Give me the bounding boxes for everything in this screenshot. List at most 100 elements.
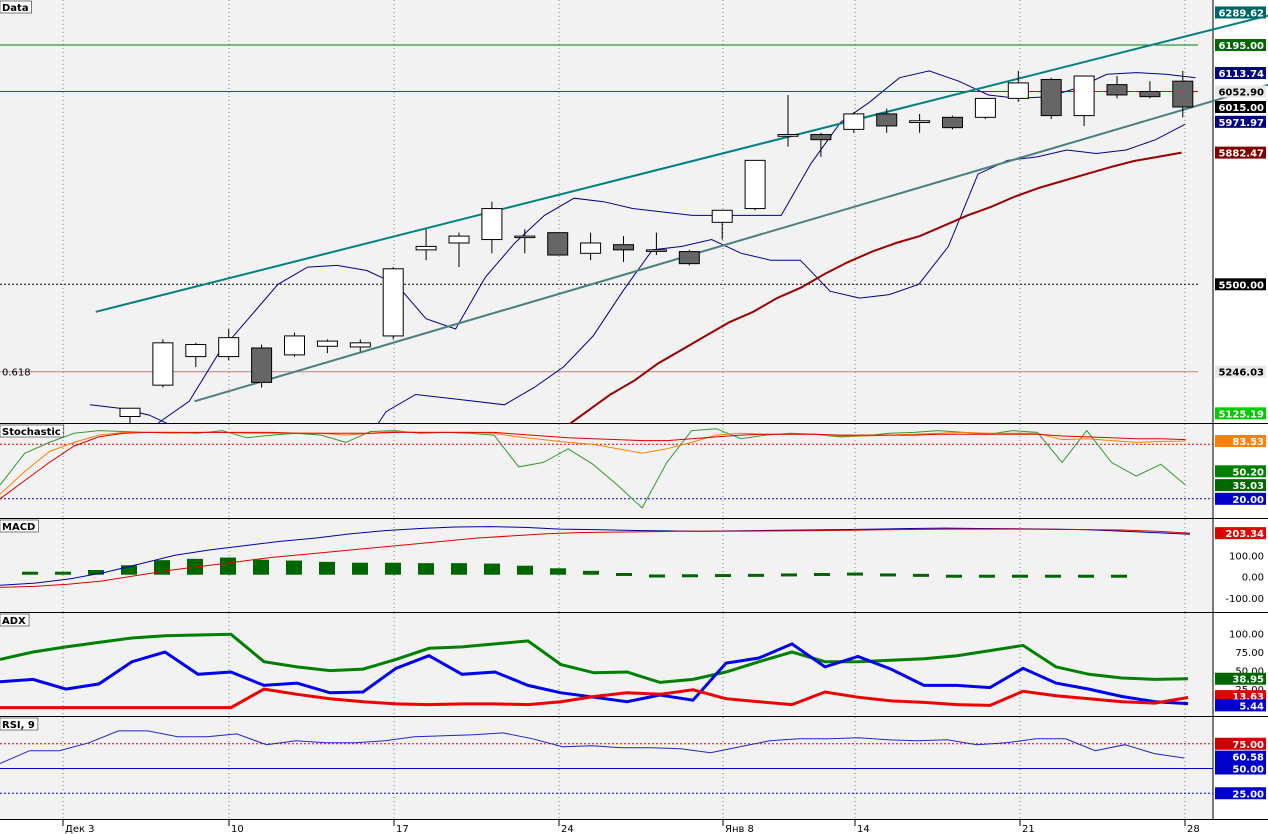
price-badge-label: 6052.90 bbox=[1218, 88, 1264, 99]
candle-body bbox=[645, 249, 667, 252]
pane-title: Data bbox=[2, 3, 29, 14]
macd-histogram-bar bbox=[649, 574, 665, 578]
candle-body bbox=[711, 209, 733, 223]
macd-histogram-bar bbox=[682, 574, 698, 578]
adx-pane: ADX100.0075.0050.0025.0038.9513.635.44 bbox=[0, 613, 1268, 718]
candle-body bbox=[284, 335, 305, 356]
candle-body bbox=[1139, 91, 1161, 98]
candle-body bbox=[1106, 84, 1128, 96]
candle-body bbox=[415, 245, 437, 251]
price-badge-label: 5125.19 bbox=[1218, 409, 1264, 420]
price-pane: Data 0.618 6289.62 6195.00 6113.74 6052.90 601… bbox=[0, 0, 1268, 465]
candle-body bbox=[547, 232, 569, 256]
candle-body bbox=[613, 244, 634, 251]
macd-histogram-bar bbox=[418, 563, 434, 575]
candle-body bbox=[251, 347, 273, 383]
candle-body bbox=[1040, 78, 1062, 117]
candle-body bbox=[382, 268, 404, 337]
candle-body bbox=[909, 120, 931, 123]
macd-histogram-bar bbox=[352, 562, 368, 575]
candle-body bbox=[810, 134, 832, 141]
price-badge-label: 38.95 bbox=[1232, 675, 1264, 686]
candle-body bbox=[481, 208, 503, 241]
candle-body bbox=[942, 116, 963, 129]
price-badge-label: 6113.74 bbox=[1218, 69, 1264, 80]
macd-histogram-bar bbox=[616, 573, 632, 576]
macd-histogram-bar bbox=[946, 574, 962, 578]
chart-panes: Data 0.618 6289.62 6195.00 6113.74 6052.90 601… bbox=[0, 0, 1268, 821]
macd-histogram-bar bbox=[1111, 574, 1127, 578]
date-label: 28 bbox=[1187, 824, 1200, 834]
candle-body bbox=[448, 235, 470, 244]
pane-background bbox=[0, 424, 1213, 519]
price-badge-label: 75.00 bbox=[1232, 740, 1264, 751]
candle-body bbox=[1172, 80, 1194, 108]
date-axis: Дек 3 10 17 24 Янв 8 14 21 28 bbox=[0, 820, 1268, 834]
price-badge-label: 83.53 bbox=[1232, 437, 1264, 448]
macd-histogram-bar bbox=[484, 563, 500, 575]
macd-histogram-bar bbox=[55, 571, 71, 575]
macd-histogram-bar bbox=[550, 568, 566, 575]
pane-title: MACD bbox=[2, 522, 35, 533]
candle-body bbox=[678, 251, 700, 265]
stochastic-pane: Stochastic 83.53 50.20 35.03 20.00 bbox=[0, 424, 1268, 520]
date-axis-background bbox=[0, 820, 1268, 834]
pane-background bbox=[0, 519, 1213, 613]
date-label: 10 bbox=[231, 824, 244, 834]
price-badge-label: 6195.00 bbox=[1218, 41, 1264, 52]
macd-histogram-bar bbox=[1045, 574, 1061, 578]
macd-axis-tick: 0.00 bbox=[1242, 573, 1264, 584]
adx-axis-tick: 100.00 bbox=[1229, 630, 1264, 641]
pane-title: Stochastic bbox=[2, 427, 61, 438]
macd-axis-tick: 100.00 bbox=[1229, 551, 1264, 562]
macd-histogram-bar bbox=[748, 573, 764, 577]
macd-histogram-bar bbox=[1012, 574, 1028, 578]
candle-body bbox=[119, 407, 141, 417]
date-label: Дек 3 bbox=[65, 824, 95, 834]
price-badge-label: 25.00 bbox=[1232, 789, 1264, 800]
candle-body bbox=[316, 340, 338, 347]
candle-body bbox=[876, 113, 898, 127]
candle-body bbox=[580, 242, 602, 254]
candle-body bbox=[777, 134, 799, 137]
price-badge-label: 60.58 bbox=[1232, 753, 1264, 764]
pane-title: ADX bbox=[2, 616, 26, 627]
candle-body bbox=[185, 344, 207, 358]
price-badge-label: 5882.47 bbox=[1218, 149, 1264, 160]
macd-histogram-bar bbox=[781, 573, 797, 577]
price-badge-label: 50.20 bbox=[1232, 467, 1264, 478]
date-label: Янв 8 bbox=[725, 824, 754, 834]
price-badge-label: 50.00 bbox=[1232, 765, 1264, 776]
macd-pane: MACD 100.00 0.00 -100.00 203.34 bbox=[0, 519, 1268, 614]
candle-body bbox=[1073, 75, 1095, 117]
candle-body bbox=[843, 113, 865, 130]
price-badge-label: 5971.97 bbox=[1218, 118, 1264, 129]
rsi-pane: RSI, 9 75.00 60.5850.00 25.00 bbox=[0, 717, 1268, 821]
price-axis-background bbox=[1213, 0, 1268, 424]
pane-background bbox=[0, 0, 1213, 424]
macd-histogram-bar bbox=[814, 573, 830, 576]
macd-histogram-bar bbox=[979, 574, 995, 578]
adx-axis-tick: 75.00 bbox=[1235, 648, 1264, 659]
macd-histogram-bar bbox=[220, 557, 236, 575]
macd-histogram-bar bbox=[253, 559, 269, 575]
trading-chart: Data 0.618 6289.62 6195.00 6113.74 6052.90 601… bbox=[0, 0, 1268, 834]
price-badge-label: 20.00 bbox=[1232, 495, 1264, 506]
candle-body bbox=[1007, 82, 1029, 99]
date-label: 21 bbox=[1022, 824, 1035, 834]
date-label: 24 bbox=[561, 824, 574, 834]
pane-title: RSI, 9 bbox=[2, 720, 35, 731]
macd-histogram-bar bbox=[715, 574, 731, 578]
macd-histogram-bar bbox=[319, 561, 335, 575]
macd-histogram-bar bbox=[22, 571, 38, 575]
macd-histogram-bar bbox=[583, 570, 599, 575]
candle-body bbox=[514, 235, 536, 239]
fibonacci-label: 0.618 bbox=[2, 368, 31, 379]
macd-histogram-bar bbox=[517, 565, 533, 575]
candle-body bbox=[218, 337, 240, 358]
price-badge-label: 5246.03 bbox=[1218, 368, 1264, 379]
candle-body bbox=[349, 342, 371, 348]
price-badge-label: 203.34 bbox=[1225, 529, 1264, 540]
macd-histogram-bar bbox=[385, 562, 401, 575]
macd-histogram-bar bbox=[286, 560, 302, 575]
